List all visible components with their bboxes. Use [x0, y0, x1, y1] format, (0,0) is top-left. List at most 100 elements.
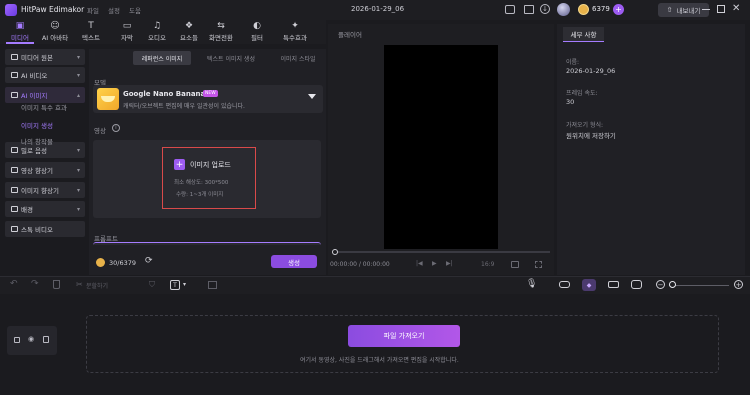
mode-tab-text-to-image[interactable]: 텍스트 이미지 생성	[194, 51, 268, 65]
prompt-input[interactable]	[93, 242, 321, 245]
mode-tab-reference[interactable]: 레퍼런스 이미지	[133, 51, 191, 65]
sidebar-item-video-enhancer[interactable]: 영상 향상기 ▾	[5, 162, 85, 178]
framerate-label: 프레임 속도:	[566, 90, 598, 97]
message-icon[interactable]	[505, 5, 515, 14]
generate-button[interactable]: 생성	[271, 255, 317, 268]
zoom-slider[interactable]	[669, 285, 729, 286]
play-icon[interactable]: ▶	[432, 260, 437, 267]
sidebar-item-label: 영상 향상기	[21, 167, 53, 175]
zoom-in-icon[interactable]: +	[734, 280, 743, 289]
next-frame-icon[interactable]: ▶|	[446, 260, 453, 267]
upload-min-resolution: 최소 해상도: 300*500	[174, 180, 229, 186]
magnet-snap-icon[interactable]: ◆	[582, 279, 596, 291]
menu-file[interactable]: 파일	[87, 5, 99, 15]
tab-subtitle[interactable]: ▭ 자막	[112, 20, 142, 44]
new-badge: NEW	[203, 90, 218, 97]
snapshot-icon[interactable]	[511, 261, 519, 268]
aspect-ratio[interactable]: 16:9	[481, 261, 494, 268]
banana-icon	[101, 96, 115, 102]
chevron-down-icon: ▾	[76, 166, 80, 174]
tab-avatar[interactable]: ☺ AI 아바타	[40, 20, 70, 44]
name-value: 2026-01-29_06	[566, 67, 616, 75]
export-button[interactable]: ⇧ 내보내기	[658, 3, 709, 17]
sidebar-sub-image-effects[interactable]: 이미지 특수 효과	[5, 99, 85, 115]
ai-image-icon	[11, 92, 18, 98]
fullscreen-icon[interactable]	[535, 261, 542, 268]
folder-icon	[11, 54, 18, 60]
app-name: HitPaw Edimakor	[21, 5, 85, 14]
track-thumbnail-icon[interactable]	[14, 337, 20, 343]
model-thumbnail	[97, 88, 119, 110]
delete-icon[interactable]	[53, 280, 60, 289]
minimize-button[interactable]	[702, 9, 710, 10]
microphone-icon[interactable]: 🎙︎	[526, 279, 537, 289]
model-selector[interactable]: Google Nano Banana NEW 캐릭터/오브젝트 편집에 매우 일…	[93, 85, 323, 113]
zoom-out-icon[interactable]: −	[656, 280, 665, 289]
sidebar-item-media-source[interactable]: 미디어 원본 ▾	[5, 49, 85, 65]
preview-window-icon[interactable]	[524, 5, 534, 14]
menu-settings[interactable]: 설정	[108, 5, 120, 15]
split-label[interactable]: 분할하기	[86, 281, 108, 290]
app-logo-icon	[5, 4, 17, 16]
upload-image-button[interactable]: 이미지 업로드	[190, 160, 231, 170]
tab-audio[interactable]: ♫ 오디오	[142, 20, 172, 44]
sidebar-item-image-enhancer[interactable]: 이미지 향상기 ▾	[5, 182, 85, 198]
enhance-icon	[11, 167, 18, 173]
zoom-slider-handle[interactable]	[669, 281, 676, 288]
download-icon[interactable]: ↓	[540, 4, 550, 14]
import-file-button[interactable]: 파일 가져오기	[348, 325, 460, 347]
info-icon[interactable]: i	[112, 124, 120, 132]
marker-icon[interactable]: ⛉	[149, 280, 155, 290]
tab-effects[interactable]: ✦ 특수효과	[280, 20, 310, 44]
tab-label: 필터	[251, 34, 263, 42]
title-bar: HitPaw Edimakor 파일 설정 도움 2026-01-29_06 ↓…	[0, 0, 750, 20]
reference-label: 영상	[94, 127, 106, 135]
link-track-icon[interactable]	[559, 281, 570, 288]
prev-frame-icon[interactable]: |◀	[416, 260, 423, 267]
split-icon[interactable]: ✂	[76, 280, 83, 289]
sidebar-sub-image-generation[interactable]: 이미지 생성	[5, 117, 85, 133]
stock-icon	[11, 226, 18, 232]
user-avatar[interactable]	[557, 3, 570, 16]
mode-tab-image-style[interactable]: 이미지 스타일	[270, 51, 326, 65]
tab-filter[interactable]: ◐ 필터	[242, 20, 272, 44]
close-button[interactable]: ✕	[732, 3, 740, 14]
filter-icon: ◐	[253, 21, 261, 31]
add-credits-button[interactable]: +	[613, 4, 624, 15]
sidebar-item-background[interactable]: 배경 ▾	[5, 201, 85, 217]
playhead-handle[interactable]	[332, 249, 338, 255]
progress-track[interactable]	[334, 251, 550, 253]
crop-icon[interactable]	[208, 281, 217, 289]
track-lock-icon[interactable]	[43, 336, 49, 343]
maximize-button[interactable]	[717, 5, 725, 13]
text-tool-icon[interactable]: T	[170, 280, 180, 290]
sidebar-sub-my-creations[interactable]: 나의 창작물	[5, 133, 85, 149]
effects-icon: ✦	[291, 21, 299, 31]
undo-icon[interactable]: ↶	[10, 279, 18, 289]
tab-label: 텍스트	[82, 34, 100, 42]
tab-transition[interactable]: ⇆ 화면전환	[206, 20, 236, 44]
credits-count: 6379	[592, 5, 610, 13]
tab-label: 자막	[121, 34, 133, 42]
refresh-icon[interactable]: ⟳	[145, 256, 153, 266]
track-fit-icon[interactable]	[631, 280, 642, 289]
tab-text[interactable]: T 텍스트	[76, 20, 106, 44]
chevron-down-icon: ▾	[76, 205, 80, 213]
chevron-down-icon: ▾	[76, 186, 80, 194]
text-tool-dropdown-icon[interactable]: ▾	[183, 281, 186, 288]
cost-coin-icon	[96, 258, 105, 267]
menu-help[interactable]: 도움	[129, 5, 141, 15]
tab-elements[interactable]: ❖ 요소들	[174, 20, 204, 44]
track-visibility-icon[interactable]: ◉	[28, 335, 34, 343]
redo-icon[interactable]: ↷	[31, 279, 39, 289]
sidebar-item-ai-video[interactable]: AI 비디오 ▾	[5, 67, 85, 83]
subtitle-icon: ▭	[122, 21, 132, 31]
tab-media[interactable]: ▣ 미디어	[5, 20, 35, 44]
details-tab[interactable]: 세부 사항	[563, 27, 604, 42]
sidebar-item-stock-video[interactable]: 스톡 비디오	[5, 221, 85, 237]
add-image-icon[interactable]: +	[174, 159, 185, 170]
sidebar-sub-label: 이미지 생성	[21, 122, 53, 130]
timeline-hint: 여기서 동영상, 사진을 드래그해서 가져오면 편집을 시작합니다.	[300, 357, 459, 364]
detach-icon[interactable]	[608, 281, 619, 288]
feature-tabs: ▣ 미디어 ☺ AI 아바타 T 텍스트 ▭ 자막 ♫ 오디오 ❖ 요소들 ⇆ 화면전환 ◐ 필터 ✦ 특수효과	[0, 20, 326, 44]
